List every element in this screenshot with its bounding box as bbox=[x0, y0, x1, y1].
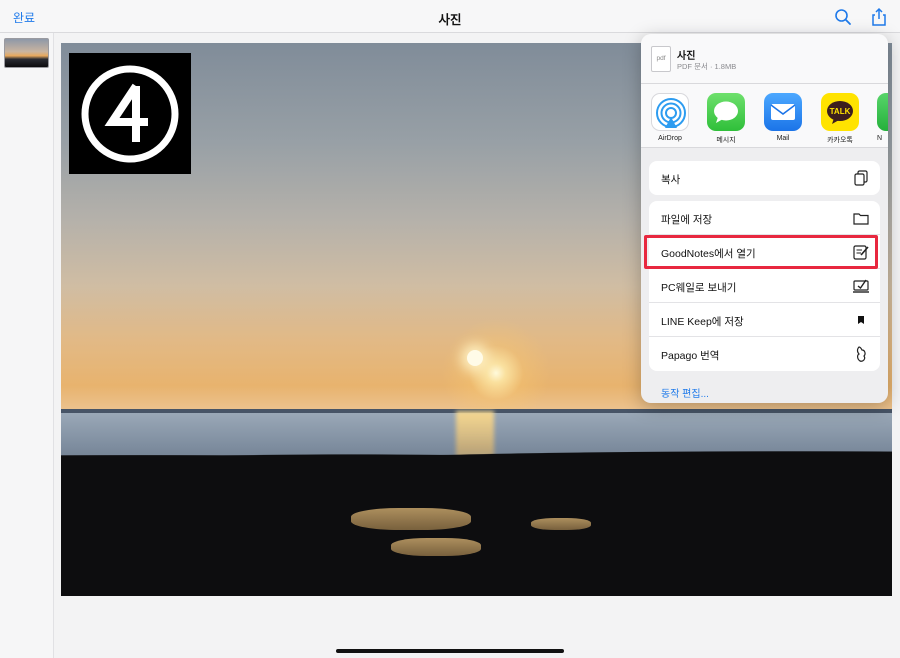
action-label: Papago 번역 bbox=[661, 350, 720, 362]
tide-pool bbox=[351, 508, 471, 530]
action-label: 파일에 저장 bbox=[661, 214, 713, 226]
action-copy[interactable]: 복사 bbox=[649, 161, 880, 195]
tide-pool bbox=[531, 518, 591, 530]
papago-icon bbox=[856, 346, 866, 362]
tide-pool bbox=[391, 538, 481, 556]
share-sheet-header: pdf 사진 PDF 문서 · 1.8MB bbox=[641, 34, 888, 84]
bookmark-icon bbox=[858, 316, 864, 324]
app-messages[interactable]: 메시지 bbox=[702, 93, 750, 145]
rocks bbox=[61, 445, 892, 596]
page-title: 사진 bbox=[438, 13, 462, 27]
share-sheet: pdf 사진 PDF 문서 · 1.8MB AirDrop 메시지 Mail T… bbox=[641, 34, 888, 403]
kakaotalk-tile-text: TALK bbox=[830, 107, 851, 116]
kakaotalk-icon: TALK bbox=[821, 93, 859, 131]
file-name: 사진 bbox=[677, 51, 696, 62]
app-next[interactable]: N bbox=[872, 93, 888, 142]
page-thumbnail[interactable] bbox=[4, 38, 49, 68]
action-open-in-goodnotes[interactable]: GoodNotes에서 열기 bbox=[649, 235, 880, 269]
sun bbox=[467, 350, 483, 366]
app-mail[interactable]: Mail bbox=[759, 93, 807, 142]
navigation-bar: 완료 사진 bbox=[0, 0, 900, 33]
whale-icon bbox=[853, 279, 869, 293]
app-label: Mail bbox=[776, 135, 790, 142]
app-label: 카카오톡 bbox=[827, 137, 853, 144]
folder-icon bbox=[853, 213, 869, 225]
app-label: 메시지 bbox=[716, 137, 736, 144]
action-group-copy: 복사 bbox=[649, 161, 880, 195]
app-airdrop[interactable]: AirDrop bbox=[646, 93, 694, 142]
airdrop-icon bbox=[651, 93, 689, 131]
step-badge bbox=[69, 53, 191, 174]
action-label: GoodNotes에서 열기 bbox=[661, 248, 756, 260]
action-send-to-pc-whale[interactable]: PC웨일로 보내기 bbox=[649, 269, 880, 303]
search-icon[interactable] bbox=[833, 7, 853, 27]
share-icon[interactable] bbox=[869, 7, 889, 27]
messages-icon bbox=[707, 93, 745, 131]
pdf-file-icon: pdf bbox=[651, 46, 671, 72]
action-label: PC웨일로 보내기 bbox=[661, 282, 737, 294]
action-label: LINE Keep에 저장 bbox=[661, 316, 744, 328]
action-save-to-files[interactable]: 파일에 저장 bbox=[649, 201, 880, 235]
share-apps-row: AirDrop 메시지 Mail TALK 카카오톡 N bbox=[641, 84, 888, 148]
thumbnail-sidebar bbox=[0, 33, 54, 658]
circled-four-icon bbox=[81, 65, 179, 163]
app-kakaotalk[interactable]: TALK 카카오톡 bbox=[816, 93, 864, 145]
goodnotes-icon bbox=[853, 245, 869, 260]
app-label: N bbox=[877, 135, 883, 142]
home-indicator bbox=[336, 649, 564, 653]
app-icon bbox=[877, 93, 888, 131]
action-group-main: 파일에 저장 GoodNotes에서 열기 PC웨일로 보내기 LINE Kee… bbox=[649, 201, 880, 371]
edit-actions-link[interactable]: 동작 편집... bbox=[661, 385, 709, 400]
mail-icon bbox=[764, 93, 802, 131]
app-label: AirDrop bbox=[658, 135, 682, 142]
file-meta: PDF 문서 · 1.8MB bbox=[677, 62, 737, 71]
action-papago-translate[interactable]: Papago 번역 bbox=[649, 337, 880, 371]
action-label: 복사 bbox=[661, 174, 681, 186]
action-save-to-line-keep[interactable]: LINE Keep에 저장 bbox=[649, 303, 880, 337]
copy-icon bbox=[854, 170, 868, 186]
